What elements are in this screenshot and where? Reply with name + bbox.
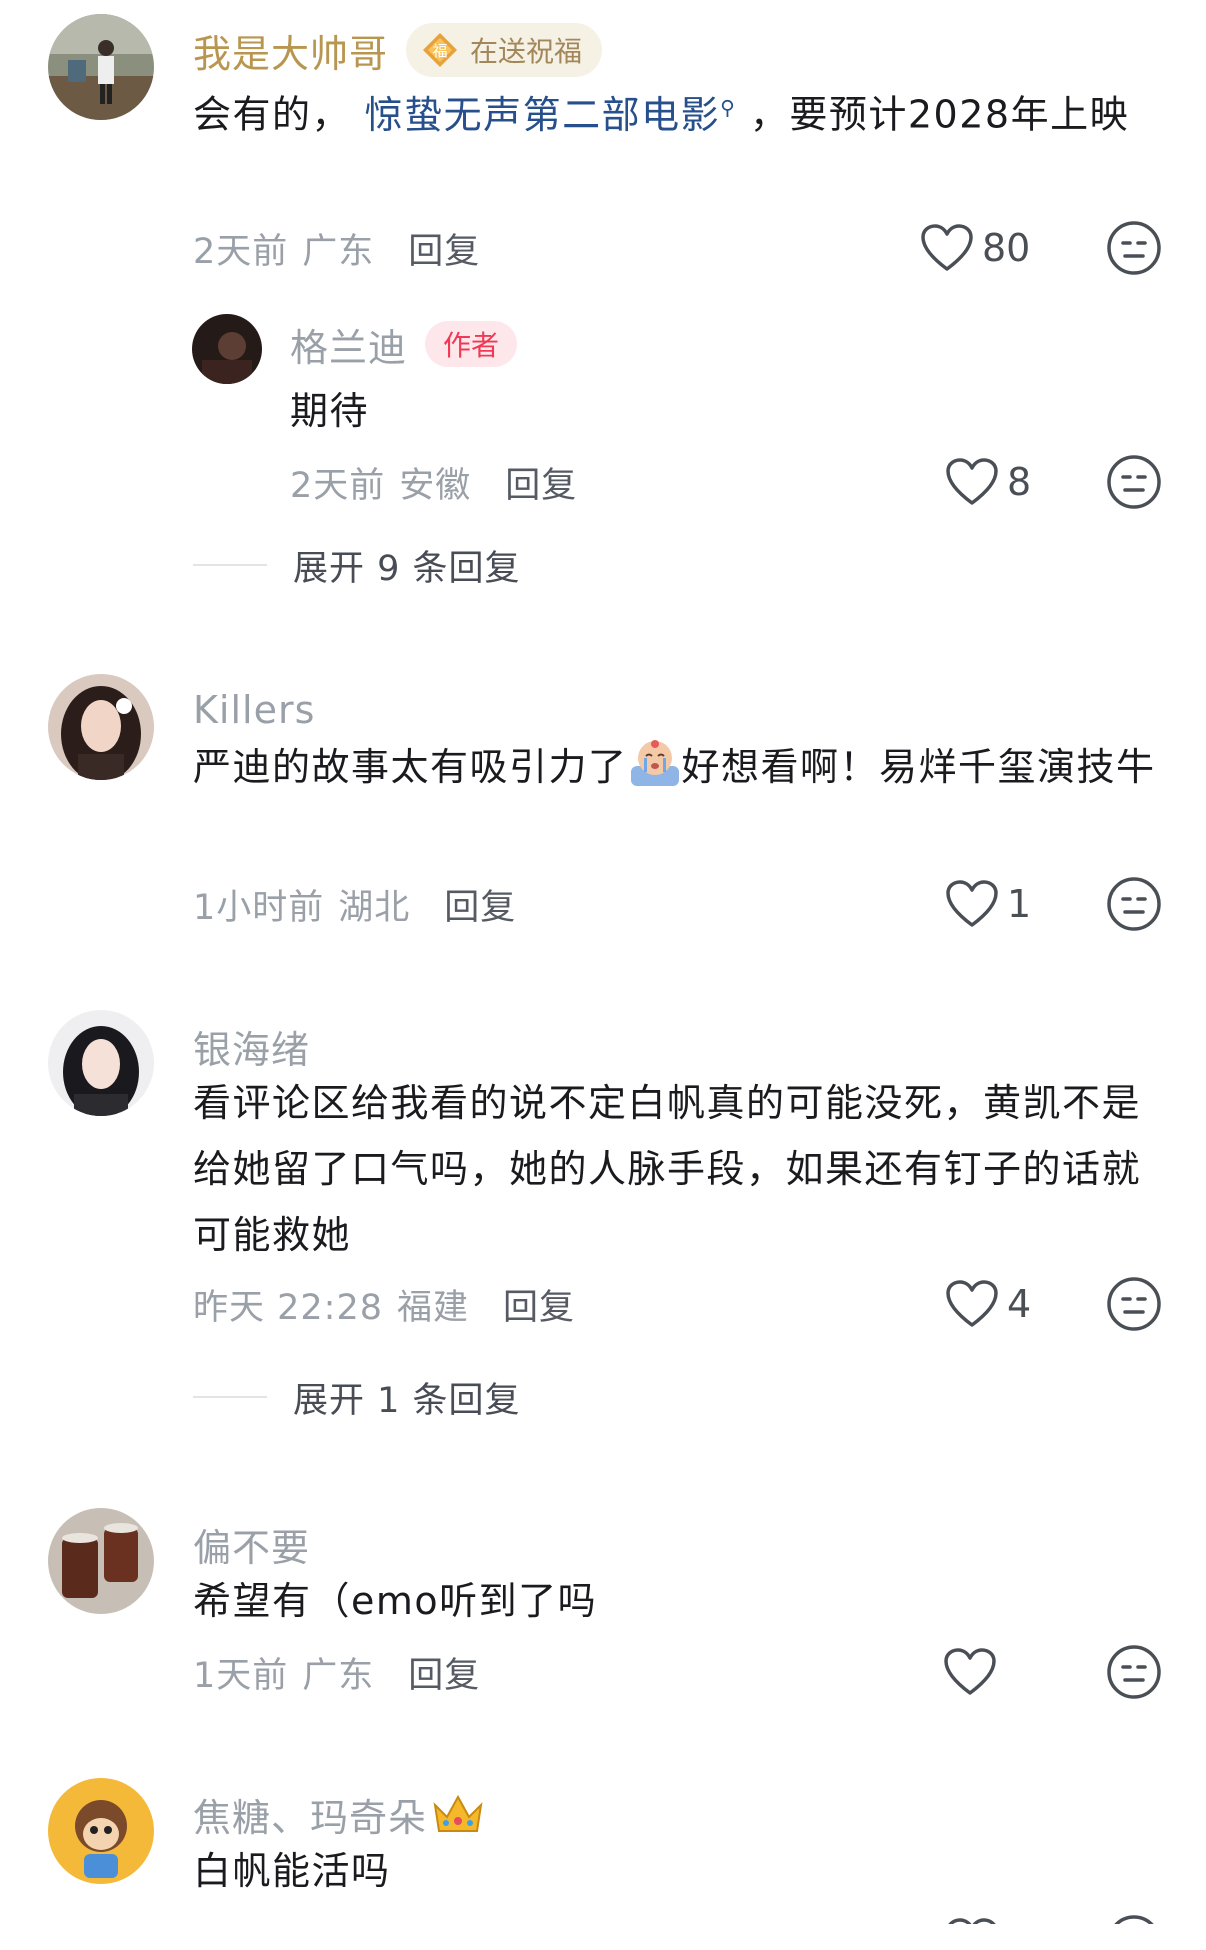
meta-row: 昨天 22:28 福建 回复 <box>193 1274 575 1334</box>
gift-badge-label: 在送祝福 <box>470 35 583 68</box>
reply-button[interactable]: 回复 <box>408 1647 480 1698</box>
avatar[interactable] <box>48 1508 154 1614</box>
divider-line <box>193 1396 267 1398</box>
reply-button[interactable]: 回复 <box>503 1279 575 1330</box>
blessing-icon: 福 <box>423 33 458 67</box>
timestamp: 1天前 <box>193 1655 289 1696</box>
heart-icon <box>946 880 998 927</box>
name-row: 格兰迪 作者 <box>290 316 518 372</box>
name-row: Killers <box>193 682 315 738</box>
reply-button[interactable]: 回复 <box>408 223 480 274</box>
comment-text-part1: 严迪的故事太有吸引力了 <box>193 745 628 789</box>
face-icon <box>1107 221 1161 275</box>
meta-row: 1天前 广东 回复 <box>193 1642 480 1702</box>
like-count: 80 <box>982 226 1031 270</box>
expand-replies-label: 展开 9 条回复 <box>293 548 521 589</box>
dislike-button[interactable] <box>1106 454 1162 510</box>
dislike-button[interactable] <box>1106 1644 1162 1700</box>
avatar[interactable] <box>48 1778 154 1884</box>
name-row: 银海绪 <box>193 1018 310 1074</box>
heart-icon <box>946 1280 998 1327</box>
like-count: 1 <box>1007 882 1032 926</box>
timestamp: 昨天 22:28 <box>193 1287 383 1328</box>
reply-button[interactable]: 回复 <box>444 879 516 930</box>
location: 湖北 <box>338 887 411 928</box>
location: 安徽 <box>399 465 472 506</box>
timestamp: 1小时前 <box>193 887 325 928</box>
avatar[interactable] <box>48 674 154 780</box>
username[interactable]: 偏不要 <box>193 1517 310 1572</box>
timestamp: 2天前 <box>290 465 386 506</box>
like-button[interactable] <box>943 1642 1005 1702</box>
comment-text: 看评论区给我看的说不定白帆真的可能没死，黄凯不是给她留了口气吗，她的人脉手段，如… <box>193 1081 1142 1257</box>
gift-badge[interactable]: 福 在送祝福 <box>406 23 603 77</box>
avatar[interactable] <box>192 314 262 384</box>
search-link-text: 惊蛰无声第二部电影 <box>364 92 721 137</box>
dislike-button[interactable] <box>1106 1276 1162 1332</box>
expand-replies-button[interactable]: 展开 9 条回复 <box>193 540 521 590</box>
comment-text: 会有的， 惊蛰无声第二部电影⚲ ，要预计2028年上映 <box>193 74 1163 148</box>
viewport-bottom-edge <box>0 1924 1206 1950</box>
heart-icon <box>946 458 998 505</box>
avatar[interactable] <box>48 14 154 120</box>
comment-list: 我是大帅哥 福 在送祝福 会有的， 惊蛰无声第二部电影⚲ ，要预计2028年上映… <box>0 0 1206 1950</box>
svg-text:福: 福 <box>433 42 448 60</box>
timestamp: 2天前 <box>193 231 289 272</box>
face-icon <box>1107 455 1161 509</box>
comment-text: 白帆能活吗 <box>193 1849 391 1893</box>
like-button[interactable]: 8 <box>945 452 1031 512</box>
search-link[interactable]: 惊蛰无声第二部电影⚲ <box>365 93 737 137</box>
meta-row: 2天前 广东 回复 <box>193 218 480 278</box>
face-icon <box>1107 1277 1161 1331</box>
username[interactable]: 格兰迪 <box>290 317 407 372</box>
search-icon: ⚲ <box>720 95 737 119</box>
reply-text: 期待 <box>290 389 370 433</box>
heart-icon <box>944 1648 996 1695</box>
crying-emoji-icon <box>630 740 679 786</box>
divider-line <box>193 564 267 566</box>
meta-row: 1小时前 湖北 回复 <box>193 874 516 934</box>
like-count: 8 <box>1007 460 1032 504</box>
face-icon <box>1107 1645 1161 1699</box>
dislike-button[interactable] <box>1106 220 1162 276</box>
name-row: 我是大帅哥 福 在送祝福 <box>193 22 603 78</box>
dislike-button[interactable] <box>1106 876 1162 932</box>
expand-replies-button[interactable]: 展开 1 条回复 <box>193 1372 521 1422</box>
comment-text: 严迪的故事太有吸引力了 好想看啊！易烊千玺演技牛 <box>193 734 1163 800</box>
username[interactable]: 焦糖、玛奇朵 <box>193 1787 427 1842</box>
comment-text-prefix: 会有的， <box>193 92 352 137</box>
name-row: 焦糖、玛奇朵 <box>193 1786 485 1842</box>
like-button[interactable]: 80 <box>920 218 1030 278</box>
location: 广东 <box>302 1655 375 1696</box>
crown-icon <box>433 1794 483 1832</box>
location: 福建 <box>397 1287 470 1328</box>
username[interactable]: Killers <box>193 688 315 732</box>
name-row: 偏不要 <box>193 1516 310 1572</box>
heart-icon <box>921 224 973 271</box>
face-icon <box>1107 877 1161 931</box>
meta-row: 2天前 安徽 回复 <box>290 452 577 512</box>
location: 广东 <box>302 231 375 272</box>
like-button[interactable]: 1 <box>945 874 1031 934</box>
comment-text: 希望有（emo听到了吗 <box>193 1579 598 1623</box>
username[interactable]: 我是大帅哥 <box>193 23 388 78</box>
reply-button[interactable]: 回复 <box>505 457 577 508</box>
avatar[interactable] <box>48 1010 154 1116</box>
username[interactable]: 银海绪 <box>193 1019 310 1074</box>
comment-text-part2: 好想看啊！易烊千玺演技牛 <box>681 745 1156 789</box>
expand-replies-label: 展开 1 条回复 <box>293 1380 521 1421</box>
author-badge: 作者 <box>425 321 518 367</box>
like-count: 4 <box>1007 1282 1032 1326</box>
like-button[interactable]: 4 <box>945 1274 1031 1334</box>
comment-text-suffix: ，要预计2028年上映 <box>749 92 1130 137</box>
